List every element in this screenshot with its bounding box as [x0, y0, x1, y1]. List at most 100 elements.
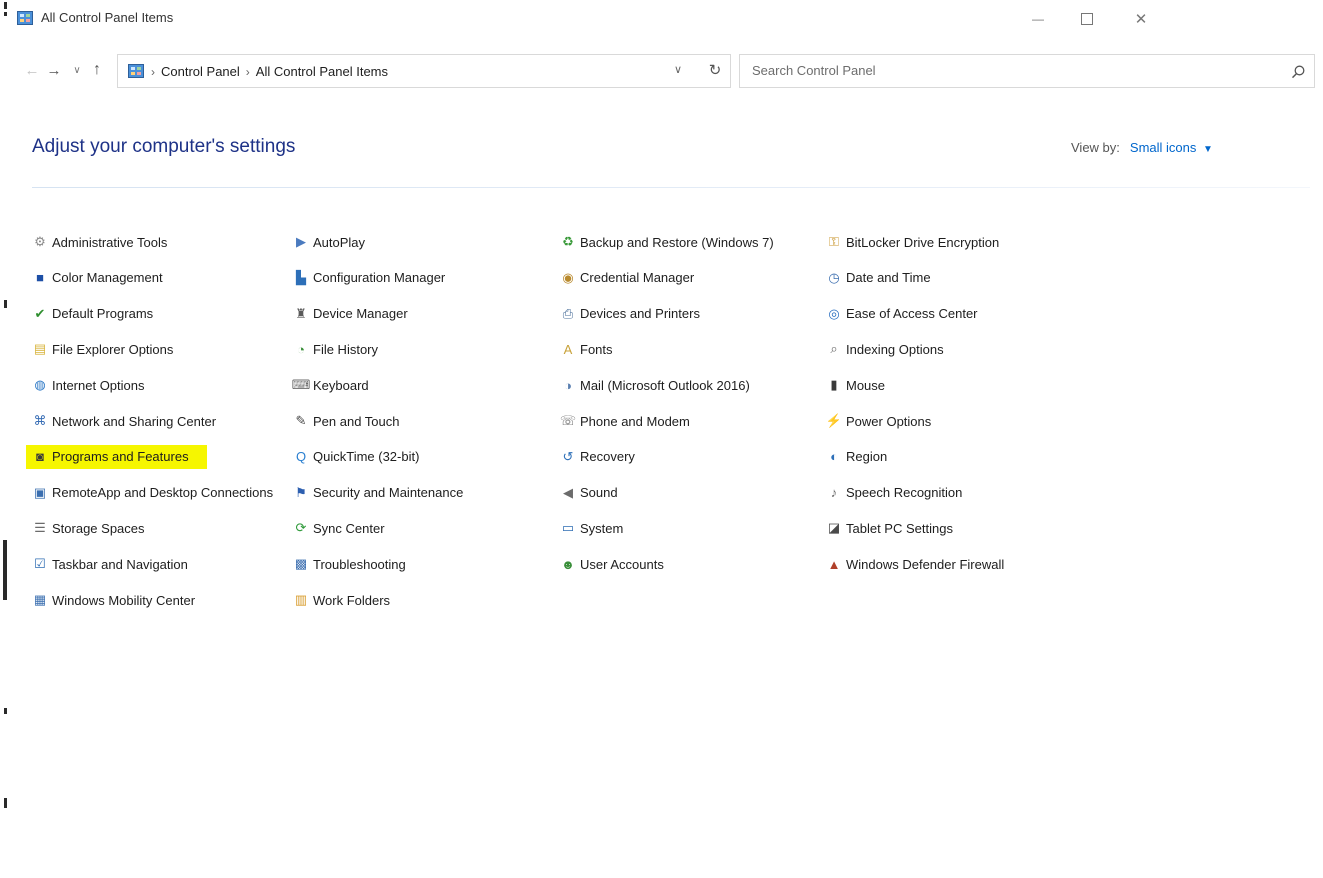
minimize-button[interactable]: — — [1015, 4, 1061, 34]
control-panel-item[interactable]: ◪ Tablet PC Settings — [826, 516, 953, 540]
control-panel-item[interactable]: ◐ Region — [826, 445, 887, 469]
control-panel-item[interactable]: ✎ Pen and Touch — [293, 409, 400, 433]
control-panel-item[interactable]: ♻ Backup and Restore (Windows 7) — [560, 230, 774, 254]
control-panel-item[interactable]: ◑ Mail (Microsoft Outlook 2016) — [560, 373, 750, 397]
control-panel-item[interactable]: ▙ Configuration Manager — [293, 266, 445, 290]
control-panel-item[interactable]: ☏ Phone and Modem — [560, 409, 690, 433]
control-panel-item[interactable]: ⚙ Administrative Tools — [32, 230, 167, 254]
sound-icon: ◀ — [563, 484, 573, 500]
window-left-edge — [0, 0, 9, 878]
address-bar[interactable]: › Control Panel › All Control Panel Item… — [117, 54, 731, 88]
control-panel-item[interactable]: ▭ System — [560, 516, 624, 540]
item-label: Taskbar and Navigation — [52, 556, 188, 572]
close-button[interactable]: ✕ — [1118, 4, 1164, 34]
control-panel-item[interactable]: ◎ Ease of Access Center — [826, 302, 977, 326]
recent-locations-button[interactable]: ∨ — [66, 58, 88, 82]
breadcrumb-all-items[interactable]: All Control Panel Items — [256, 64, 388, 79]
control-panel-item[interactable]: ▲ Windows Defender Firewall — [826, 552, 1005, 576]
control-panel-item[interactable]: ⚡ Power Options — [826, 409, 931, 433]
user-accounts-icon: ☻ — [561, 556, 575, 572]
item-label: User Accounts — [580, 556, 664, 572]
breadcrumb-separator: › — [151, 64, 155, 79]
view-by-control: View by: Small icons ▼ — [1071, 140, 1213, 155]
storage-spaces-icon: ☰ — [34, 520, 46, 536]
control-panel-item[interactable]: ▣ RemoteApp and Desktop Connections — [32, 481, 273, 505]
control-panel-item[interactable]: ▮ Mouse — [826, 373, 885, 397]
control-panel-item[interactable]: ▥ Work Folders — [293, 588, 390, 612]
edge-mark — [4, 708, 7, 714]
control-panel-item[interactable]: ◔ File History — [293, 337, 378, 361]
control-panel-item[interactable]: ◀ Sound — [560, 481, 618, 505]
control-panel-item[interactable]: ▦ Windows Mobility Center — [32, 588, 195, 612]
backup-restore-icon: ♻ — [562, 234, 574, 249]
item-label: AutoPlay — [313, 234, 366, 250]
control-panel-item[interactable]: ■ Color Management — [32, 266, 163, 290]
mouse-icon: ▮ — [830, 377, 838, 393]
item-label: Color Management — [52, 270, 163, 286]
close-icon: ✕ — [1134, 11, 1148, 28]
item-label: BitLocker Drive Encryption — [846, 234, 1000, 250]
item-label: Device Manager — [313, 306, 408, 322]
control-panel-item[interactable]: ☻ User Accounts — [560, 552, 664, 576]
forward-button[interactable]: → — [43, 58, 65, 82]
control-panel-item[interactable]: ◉ Credential Manager — [560, 266, 694, 290]
control-panel-item[interactable]: ⌘ Network and Sharing Center — [32, 409, 217, 433]
control-panel-item[interactable]: ⚿ BitLocker Drive Encryption — [826, 230, 999, 254]
control-panel-item[interactable]: ⌨ Keyboard — [291, 373, 369, 397]
quicktime-icon: Q — [295, 449, 307, 465]
control-panel-item[interactable]: ◷ Date and Time — [826, 266, 931, 290]
control-panel-item[interactable]: ⚑ Security and Maintenance — [293, 481, 463, 505]
up-arrow-icon: ↑ — [93, 61, 101, 78]
color-management-icon: ■ — [36, 270, 44, 286]
item-label: Backup and Restore (Windows 7) — [580, 234, 774, 250]
default-programs-icon: ✔ — [34, 305, 46, 321]
search-input[interactable] — [752, 63, 1272, 78]
control-panel-item[interactable]: Q QuickTime (32-bit) — [293, 445, 420, 469]
item-label: Power Options — [846, 413, 932, 429]
control-panel-item[interactable]: ◍ Internet Options — [32, 373, 144, 397]
control-panel-item[interactable]: ☑ Taskbar and Navigation — [32, 552, 188, 576]
device-manager-icon: ♜ — [295, 305, 307, 321]
item-label: Keyboard — [313, 377, 369, 393]
search-icon[interactable] — [1290, 64, 1306, 80]
control-panel-item[interactable]: ♜ Device Manager — [293, 302, 408, 326]
control-panel-item[interactable]: ☰ Storage Spaces — [32, 516, 144, 540]
region-icon: ◐ — [830, 449, 838, 465]
item-label: Mouse — [846, 377, 886, 393]
item-label: Mail (Microsoft Outlook 2016) — [580, 377, 750, 393]
control-panel-item[interactable]: A Fonts — [560, 337, 613, 361]
item-label: Date and Time — [846, 270, 931, 286]
control-panel-item[interactable]: ◙ Programs and Features — [26, 444, 207, 469]
control-panel-item[interactable]: ▩ Troubleshooting — [293, 552, 406, 576]
item-label: Fonts — [580, 341, 613, 357]
power-options-icon: ⚡ — [825, 413, 843, 428]
control-panel-item[interactable]: ⎙ Devices and Printers — [560, 302, 700, 326]
edge-mark — [4, 300, 7, 308]
keyboard-icon: ⌨ — [291, 377, 311, 393]
item-label: Programs and Features — [52, 449, 189, 465]
file-history-icon: ◔ — [297, 341, 305, 357]
up-button[interactable]: ↑ — [86, 58, 108, 82]
control-panel-item[interactable]: ▶ AutoPlay — [293, 230, 365, 254]
pen-touch-icon: ✎ — [295, 413, 307, 428]
back-button[interactable]: ← — [21, 58, 43, 82]
refresh-button[interactable]: ↻ — [706, 61, 724, 81]
control-panel-item[interactable]: ♪ Speech Recognition — [826, 481, 963, 505]
taskbar-navigation-icon: ☑ — [34, 556, 46, 572]
admin-tools-icon: ⚙ — [34, 234, 46, 249]
breadcrumb-control-panel[interactable]: Control Panel — [161, 64, 240, 79]
work-folders-icon: ▥ — [294, 592, 308, 607]
system-icon: ▭ — [561, 520, 575, 536]
control-panel-item[interactable]: ⌕ Indexing Options — [826, 337, 943, 361]
breadcrumb-separator: › — [245, 64, 250, 79]
maximize-button[interactable] — [1064, 4, 1110, 34]
internet-options-icon: ◍ — [34, 377, 46, 393]
view-by-dropdown[interactable]: Small icons ▼ — [1130, 140, 1213, 155]
control-panel-item[interactable]: ✔ Default Programs — [32, 302, 154, 326]
control-panel-item[interactable]: ▤ File Explorer Options — [32, 337, 174, 361]
firewall-icon: ▲ — [827, 556, 841, 572]
address-dropdown-button[interactable]: ∨ — [670, 63, 686, 79]
item-label: Sync Center — [313, 520, 385, 536]
control-panel-item[interactable]: ⟳ Sync Center — [293, 516, 385, 540]
control-panel-item[interactable]: ↺ Recovery — [560, 445, 635, 469]
